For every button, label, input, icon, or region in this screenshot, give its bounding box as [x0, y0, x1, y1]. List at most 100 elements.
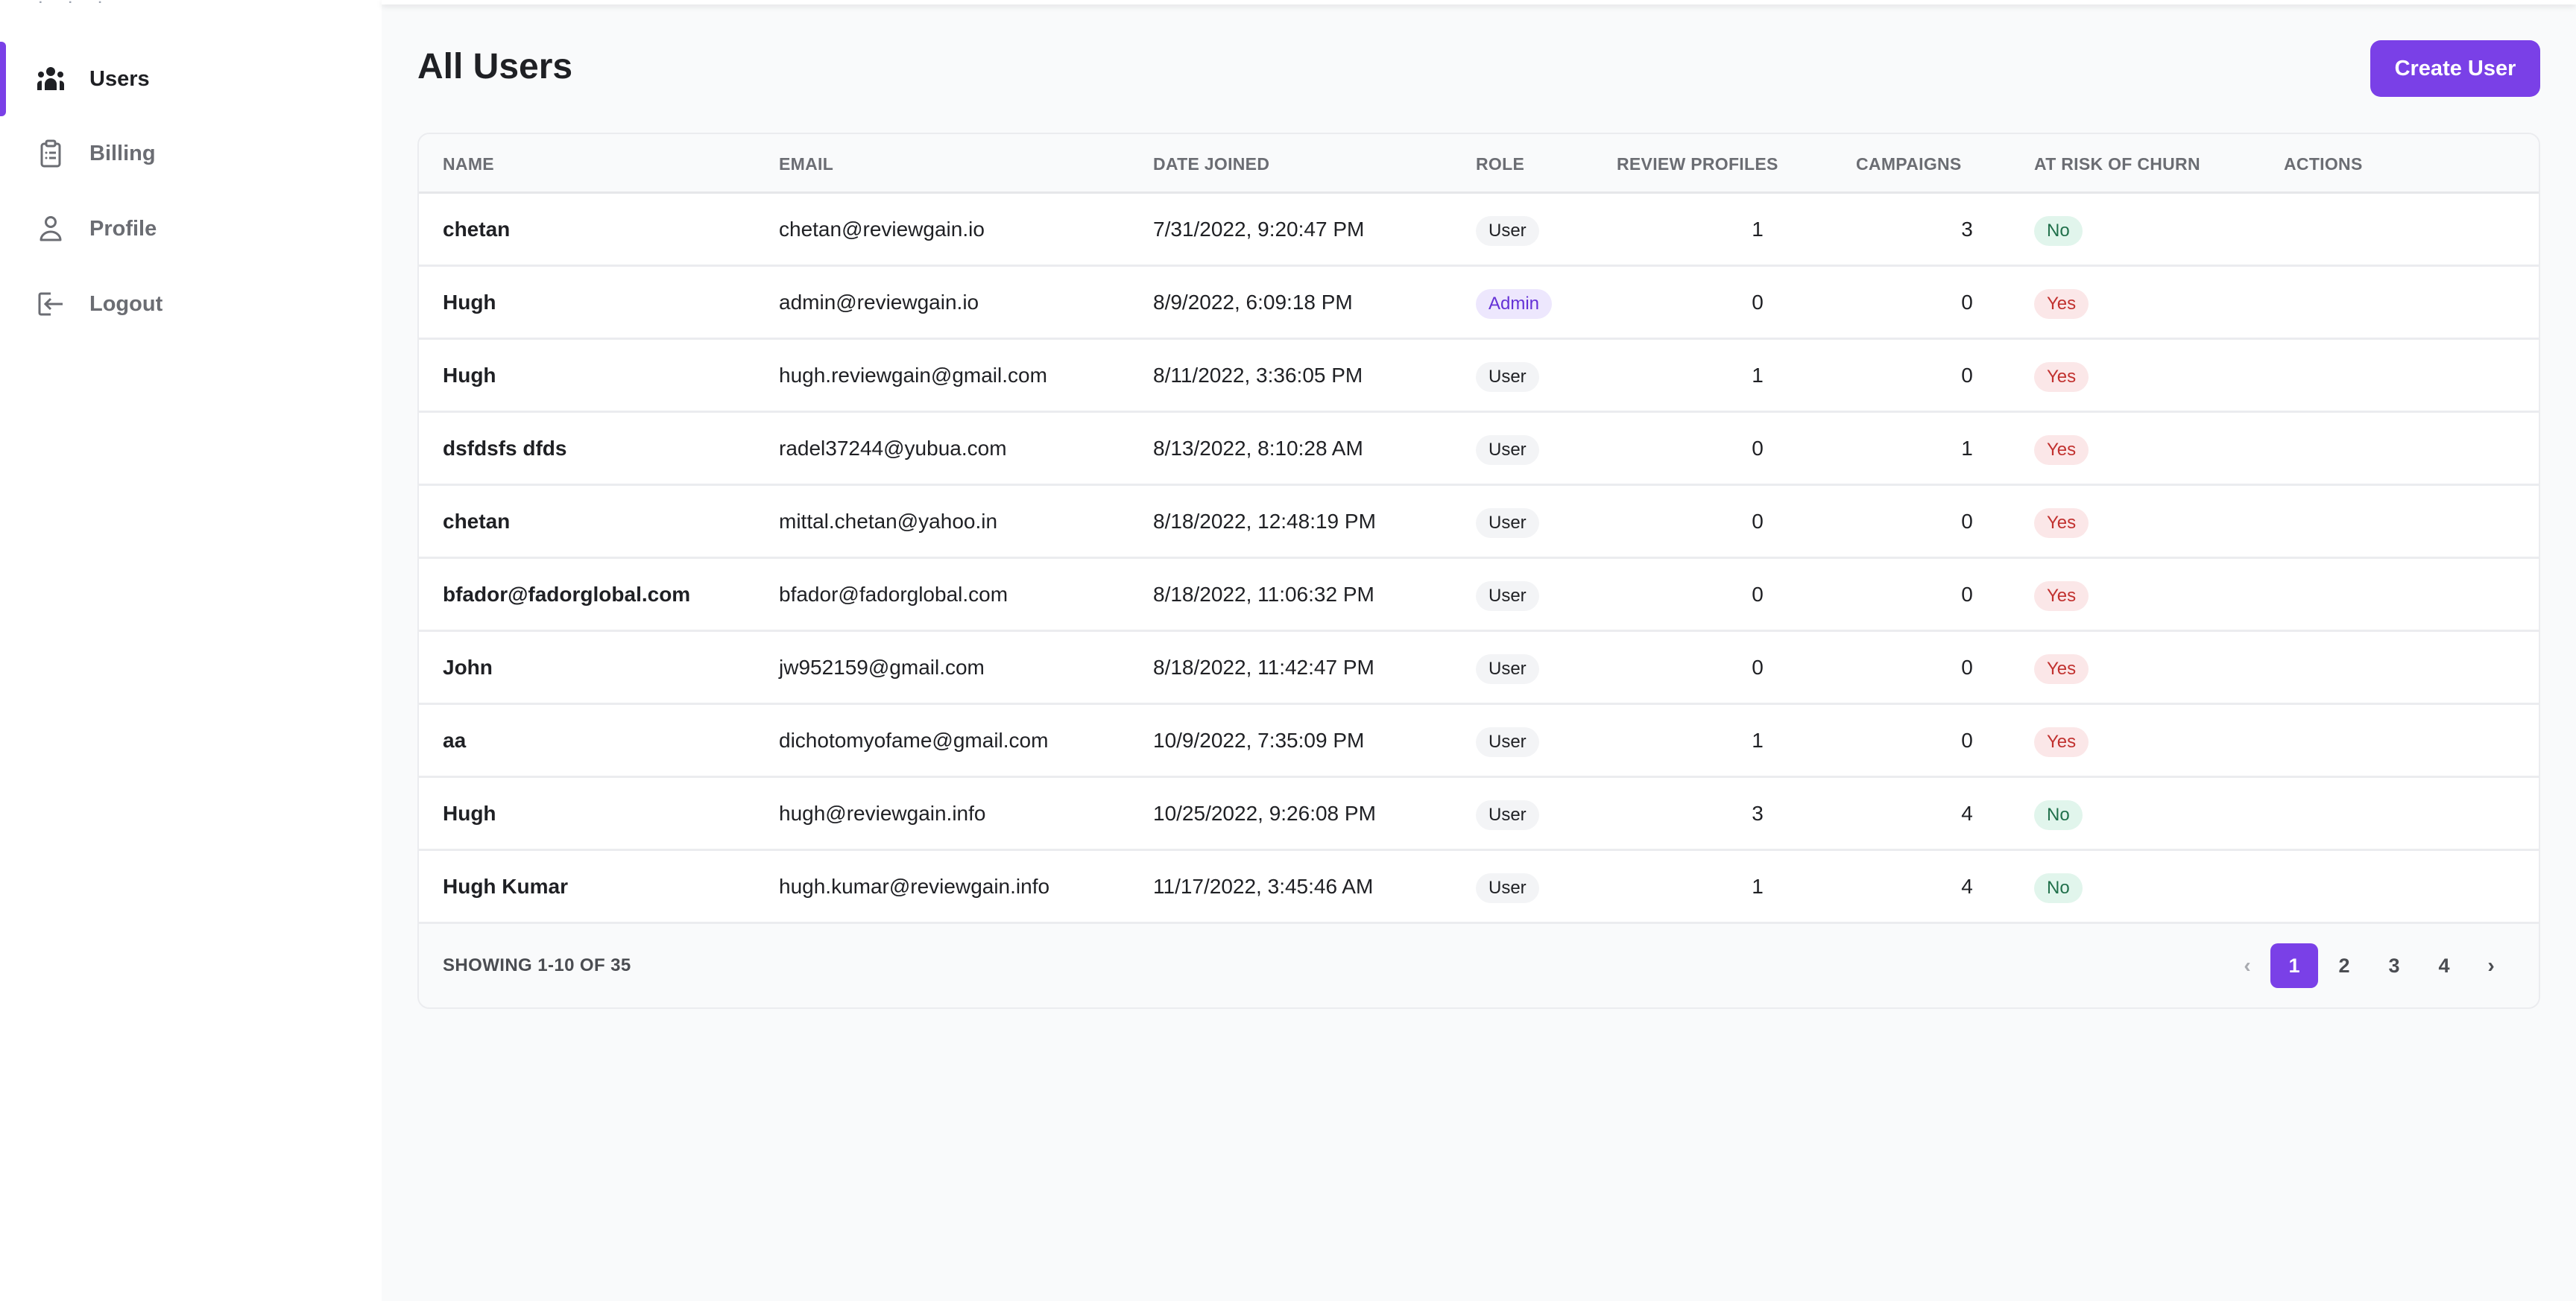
review-profiles-count: 0 [1752, 291, 1764, 314]
column-header-actions: ACTIONS [2284, 154, 2363, 174]
sidebar-item-profile[interactable]: Profile [0, 191, 382, 266]
campaigns-count: 0 [1961, 510, 1973, 533]
role-cell: User [1476, 851, 1539, 922]
campaigns-count: 4 [1961, 875, 1973, 898]
column-header-name[interactable]: NAME [443, 134, 494, 194]
user-email: hugh.kumar@reviewgain.info [779, 875, 1050, 898]
user-date-joined: 11/17/2022, 3:45:46 AM [1153, 875, 1374, 898]
user-date-joined: 8/18/2022, 11:42:47 PM [1153, 656, 1374, 679]
table-row: chetan chetan@reviewgain.io 7/31/2022, 9… [419, 194, 2539, 267]
role-cell: User [1476, 632, 1539, 703]
users-icon [36, 64, 66, 94]
table-row: aa dichotomyofame@gmail.com 10/9/2022, 7… [419, 705, 2539, 778]
campaigns-count: 0 [1961, 583, 1973, 606]
campaigns-count: 0 [1961, 291, 1973, 314]
role-badge: User [1476, 580, 1539, 611]
user-name: chetan [443, 218, 511, 241]
page-button-3[interactable]: 3 [2370, 943, 2418, 988]
prev-page-button[interactable]: ‹ [2226, 943, 2268, 988]
user-email: radel37244@yubua.com [779, 437, 1007, 460]
column-header-campaigns[interactable]: CAMPAIGNS [1856, 134, 1962, 194]
role-cell: User [1476, 778, 1539, 849]
churn-status-badge: Yes [2034, 434, 2089, 465]
user-email: mittal.chetan@yahoo.in [779, 510, 998, 533]
review-profiles-count: 0 [1752, 510, 1764, 533]
column-header-review-profiles[interactable]: REVIEW PROFILES [1617, 134, 1778, 194]
column-header-at-risk-of-churn[interactable]: AT RISK OF CHURN [2034, 134, 2200, 194]
users-table: NAME EMAIL DATE JOINED ROLE REVIEW PROFI… [417, 133, 2540, 1009]
user-name: Hugh [443, 291, 496, 314]
campaigns-count: 1 [1961, 437, 1973, 460]
user-date-joined: 8/18/2022, 11:06:32 PM [1153, 583, 1374, 606]
churn-cell: Yes [2034, 267, 2089, 338]
showing-count: SHOWING 1-10 OF 35 [443, 955, 631, 975]
table-row: Hugh hugh.reviewgain@gmail.com 8/11/2022… [419, 340, 2539, 413]
user-email: chetan@reviewgain.io [779, 218, 985, 241]
campaigns-count: 4 [1961, 802, 1973, 825]
churn-status-badge: No [2034, 873, 2083, 903]
user-name: chetan [443, 510, 511, 533]
role-badge: User [1476, 653, 1539, 684]
sidebar-item-billing[interactable]: Billing [0, 116, 382, 191]
churn-status-badge: Yes [2034, 507, 2089, 538]
review-profiles-count: 3 [1752, 802, 1764, 825]
table-body: chetan chetan@reviewgain.io 7/31/2022, 9… [419, 194, 2539, 924]
review-profiles-count: 1 [1752, 364, 1764, 387]
column-header-role[interactable]: ROLE [1476, 134, 1524, 194]
role-cell: User [1476, 413, 1539, 484]
main-content: All Users Create User NAME EMAIL DATE JO… [382, 4, 2576, 1301]
role-cell: User [1476, 486, 1539, 557]
role-badge: User [1476, 727, 1539, 757]
column-header-email[interactable]: EMAIL [779, 134, 833, 194]
churn-status-badge: Yes [2034, 653, 2089, 684]
campaigns-count: 0 [1961, 656, 1973, 679]
user-date-joined: 7/31/2022, 9:20:47 PM [1153, 218, 1365, 241]
user-name: Hugh [443, 802, 496, 825]
sidebar-item-label: Users [89, 66, 150, 91]
role-badge: Admin [1476, 288, 1553, 319]
page-button-2[interactable]: 2 [2320, 943, 2368, 988]
campaigns-count: 0 [1961, 729, 1973, 752]
user-date-joined: 8/11/2022, 3:36:05 PM [1153, 364, 1363, 387]
role-badge: User [1476, 507, 1539, 538]
user-date-joined: 8/9/2022, 6:09:18 PM [1153, 291, 1353, 314]
role-cell: User [1476, 340, 1539, 411]
churn-status-badge: Yes [2034, 727, 2089, 757]
review-profiles-count: 1 [1752, 729, 1764, 752]
role-cell: User [1476, 194, 1539, 265]
table-footer: SHOWING 1-10 OF 35 ‹ 1 2 3 4 › [419, 924, 2539, 1007]
page-button-1[interactable]: 1 [2270, 943, 2318, 988]
table-row: bfador@fadorglobal.com bfador@fadorgloba… [419, 559, 2539, 632]
create-user-button[interactable]: Create User [2370, 40, 2540, 97]
campaigns-count: 0 [1961, 364, 1973, 387]
churn-cell: No [2034, 778, 2083, 849]
churn-status-badge: Yes [2034, 361, 2089, 392]
sidebar-item-users[interactable]: Users [0, 42, 382, 116]
role-badge: User [1476, 434, 1539, 465]
next-page-button[interactable]: › [2470, 943, 2512, 988]
user-name: bfador@fadorglobal.com [443, 583, 691, 606]
churn-cell: No [2034, 194, 2083, 265]
role-cell: Admin [1476, 267, 1553, 338]
churn-status-badge: Yes [2034, 580, 2089, 611]
table-row: dsfdsfs dfds radel37244@yubua.com 8/13/2… [419, 413, 2539, 486]
review-profiles-count: 0 [1752, 583, 1764, 606]
user-email: jw952159@gmail.com [779, 656, 985, 679]
table-header: NAME EMAIL DATE JOINED ROLE REVIEW PROFI… [419, 134, 2539, 194]
table-row: Hugh hugh@reviewgain.info 10/25/2022, 9:… [419, 778, 2539, 851]
user-email: hugh@reviewgain.info [779, 802, 986, 825]
user-name: John [443, 656, 493, 679]
churn-status-badge: No [2034, 800, 2083, 830]
sidebar-item-logout[interactable]: Logout [0, 267, 382, 341]
user-date-joined: 10/9/2022, 7:35:09 PM [1153, 729, 1365, 752]
page-button-4[interactable]: 4 [2420, 943, 2468, 988]
column-header-date-joined[interactable]: DATE JOINED [1153, 134, 1269, 194]
churn-cell: Yes [2034, 705, 2089, 776]
user-name: aa [443, 729, 467, 752]
clipboard-list-icon [36, 139, 66, 168]
table-row: John jw952159@gmail.com 8/18/2022, 11:42… [419, 632, 2539, 705]
role-cell: User [1476, 559, 1539, 630]
logout-icon [36, 289, 66, 319]
churn-cell: No [2034, 851, 2083, 922]
user-date-joined: 8/18/2022, 12:48:19 PM [1153, 510, 1376, 533]
